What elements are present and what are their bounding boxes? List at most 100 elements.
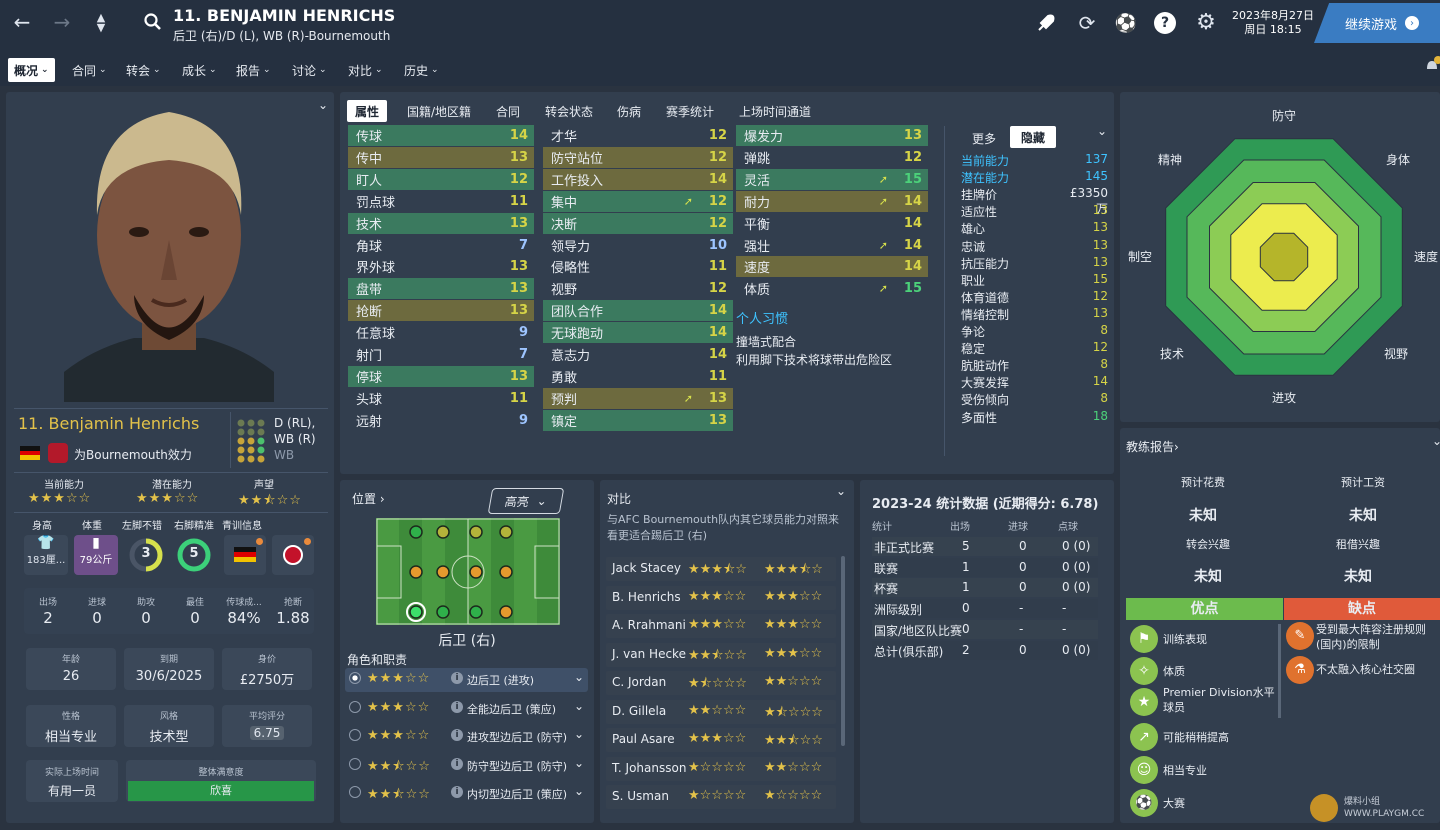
rating-stars: ★★★☆☆ (28, 491, 92, 506)
nav-item[interactable]: 报告 ⌄ (236, 58, 271, 82)
attribute-name: 防守站位 (551, 151, 604, 167)
refresh-icon[interactable]: ⟳ (1075, 11, 1099, 35)
status-dot (256, 538, 263, 545)
gear-icon[interactable]: ⚙ (1194, 10, 1218, 35)
radio-icon[interactable] (349, 700, 361, 713)
attribute-row: 无球跑动 14 (543, 322, 733, 344)
info-icon[interactable]: i (451, 672, 463, 684)
attribute-row: 速度 14 (736, 256, 928, 278)
rocket-icon[interactable] (1034, 11, 1058, 35)
info-label: 年龄 (61, 655, 80, 665)
attribute-name: 抢断 (356, 305, 383, 321)
up-down-chevron-icon[interactable]: ▲ ▼ (92, 10, 110, 36)
radar-label: 技术 (1160, 347, 1184, 361)
nav-item-label: 合同 (72, 63, 97, 78)
youth-club-tile[interactable] (272, 535, 314, 575)
chevron-down-icon[interactable]: ⌄ (574, 784, 584, 798)
chevron-down-icon[interactable]: ⌄ (574, 727, 584, 741)
hidden-attr-value: 137 (1085, 152, 1108, 166)
compare-stars-potential: ★⯪☆☆☆ (764, 704, 823, 720)
stat-label: 最佳 (185, 598, 204, 608)
club-crest-icon (283, 545, 303, 565)
notification-icon[interactable] (1424, 56, 1440, 74)
attribute-value: 7 (518, 347, 528, 362)
nav-item[interactable]: 转会 ⌄ (126, 58, 161, 82)
attribute-tab[interactable]: 国籍/地区籍 (407, 100, 471, 122)
attribute-value: 15 (903, 171, 922, 187)
germany-flag-icon (234, 547, 256, 562)
pro-item: 体质 (1163, 665, 1185, 678)
attribute-tab[interactable]: 上场时间通道 (739, 100, 811, 122)
info-label: 身价 (257, 655, 276, 665)
help-icon[interactable]: ? (1154, 12, 1176, 34)
radio-icon[interactable] (349, 786, 361, 798)
radar-label: 精神 (1158, 153, 1182, 167)
chevron-down-icon[interactable]: ⌄ (1097, 124, 1107, 138)
radio-icon[interactable] (349, 729, 361, 741)
chevron-down-icon[interactable]: ⌄ (318, 98, 328, 112)
stat-label: 出场 (38, 598, 57, 608)
attribute-tab[interactable]: 合同 (496, 100, 520, 122)
nav-item[interactable]: 成长 ⌄ (182, 58, 217, 82)
search-icon[interactable] (144, 13, 162, 31)
radio-icon[interactable] (349, 672, 361, 684)
role-row[interactable]: ★★⯪☆☆ i 内切型边后卫 (策应) ⌄ (345, 782, 588, 806)
info-icon[interactable]: i (451, 700, 463, 713)
transfer-interest-value: 未知 (1194, 569, 1222, 585)
nation-tile[interactable] (224, 535, 266, 575)
attribute-tab[interactable]: 转会状态 (545, 100, 593, 122)
role-row[interactable]: ★★★☆☆ i 边后卫 (进攻) ⌄ (345, 668, 588, 692)
coach-report-title[interactable]: 教练报告› (1126, 438, 1179, 455)
attribute-row: 抢断 13 (348, 300, 534, 322)
hidden-attr-label: 潜在能力 (961, 171, 1010, 186)
attribute-name: 技术 (356, 217, 383, 233)
ball-icon[interactable]: ⚽ (1114, 11, 1138, 35)
nav-item[interactable]: 历史 ⌄ (404, 58, 439, 82)
nav-item[interactable]: 对比 ⌄ (348, 58, 383, 82)
nav-item[interactable]: 讨论 ⌄ (292, 58, 327, 82)
chevron-down-icon[interactable]: ⌄ (836, 484, 846, 498)
season-pens: - (1062, 621, 1067, 636)
attribute-name: 任意球 (356, 327, 396, 343)
attribute-row: 预判 ➚ 13 (543, 387, 733, 409)
trend-up-icon: ↗ (1130, 723, 1158, 751)
continue-button[interactable]: 继续游戏 › (1314, 3, 1440, 43)
date-text: 2023年8月27日 (1232, 9, 1314, 22)
attribute-name: 传中 (356, 151, 383, 167)
radio-icon[interactable] (349, 757, 361, 770)
season-pens: 0 (0) (1062, 642, 1091, 657)
info-icon[interactable]: i (451, 786, 463, 798)
compare-player-name: T. Johansson (612, 760, 687, 775)
pro-item: 相当专业 (1163, 764, 1207, 777)
nav-item[interactable]: 概况 ⌄ (8, 58, 55, 82)
chevron-down-icon[interactable]: ⌄ (1432, 434, 1440, 448)
scrollbar[interactable] (1278, 624, 1281, 718)
scrollbar[interactable] (841, 556, 845, 746)
nav-item[interactable]: 合同 ⌄ (72, 58, 107, 82)
info-icon[interactable]: i (451, 757, 463, 770)
more-toggle[interactable]: 更多 (972, 130, 996, 147)
attribute-value: 13 (903, 128, 922, 143)
info-icon[interactable]: i (451, 729, 463, 741)
compare-row: D. Gillela ★★☆☆☆ ★⯪☆☆☆ (606, 699, 836, 724)
chevron-down-icon: ⌄ (263, 65, 271, 75)
season-competition: 洲际级别 (874, 603, 923, 618)
forward-arrow-icon[interactable]: → (50, 10, 74, 34)
role-row[interactable]: ★★⯪☆☆ i 防守型边后卫 (防守) ⌄ (345, 754, 588, 778)
role-row[interactable]: ★★★☆☆ i 进攻型边后卫 (防守) ⌄ (345, 725, 588, 749)
role-row[interactable]: ★★★☆☆ i 全能边后卫 (策应) ⌄ (345, 697, 588, 721)
stat-label: 抢断 (283, 598, 302, 608)
position-title[interactable]: 位置 › (352, 490, 385, 507)
position-dot (436, 605, 450, 619)
hide-toggle[interactable]: 隐藏 (1010, 126, 1056, 148)
attribute-tab[interactable]: 属性 (347, 100, 388, 122)
attribute-tab[interactable]: 伤病 (617, 100, 641, 122)
chevron-down-icon[interactable]: ⌄ (574, 756, 584, 770)
chevron-down-icon[interactable]: ⌄ (574, 670, 584, 684)
pro-item: 可能稍稍提高 (1163, 731, 1229, 744)
highlight-dropdown[interactable]: 高亮 ⌄ (487, 488, 565, 514)
chevron-down-icon[interactable]: ⌄ (574, 699, 584, 713)
back-arrow-icon[interactable]: ← (10, 10, 34, 34)
attribute-tab[interactable]: 赛季统计 (666, 100, 714, 122)
attribute-name: 领导力 (551, 239, 591, 255)
